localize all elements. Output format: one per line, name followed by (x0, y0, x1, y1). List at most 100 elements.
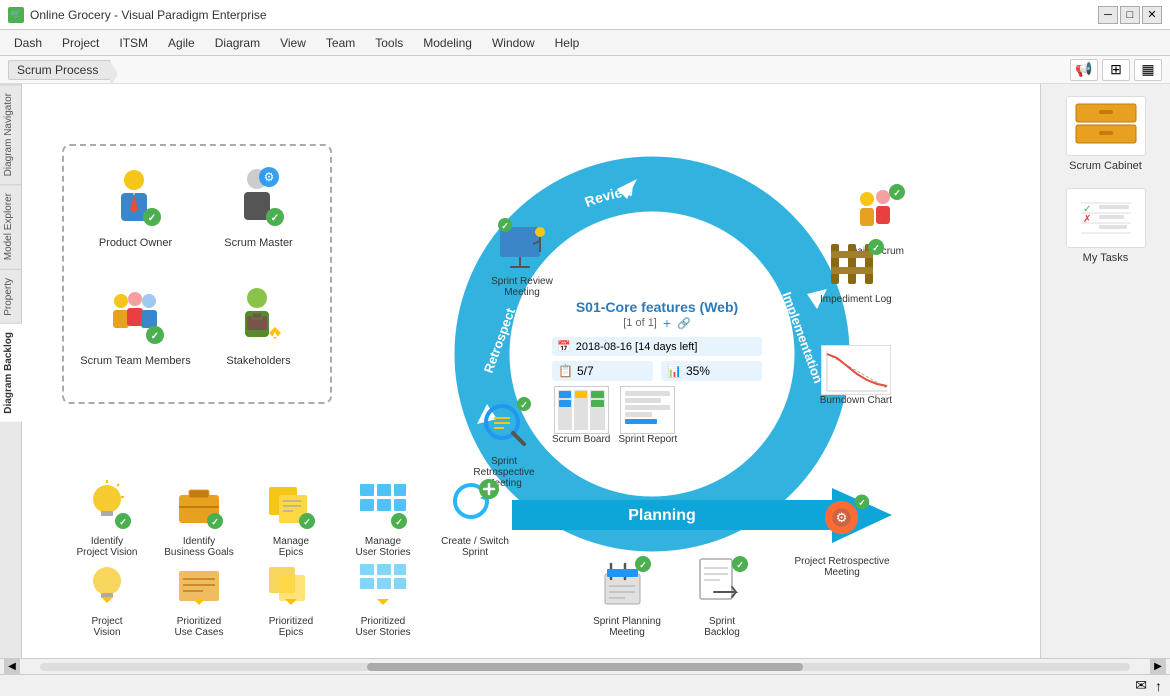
scrum-team-icon: ✓ (100, 279, 172, 351)
create-switch-sprint[interactable]: Create / SwitchSprint (435, 477, 515, 558)
scrum-diagram: ✓ Product Owner ⚙ (22, 84, 1040, 658)
scroll-track[interactable] (40, 663, 1130, 671)
bottom-scroll: ◀ ▶ (0, 658, 1170, 674)
menu-window[interactable]: Window (482, 33, 545, 53)
role-scrum-master[interactable]: ⚙ ✓ Scrum Master (202, 161, 315, 269)
role-stakeholders[interactable]: ▲ Stakeholders (202, 279, 315, 387)
scrum-board-icon (554, 386, 609, 434)
scroll-right-btn[interactable]: ▶ (1150, 659, 1166, 675)
svg-text:✓: ✓ (639, 560, 647, 570)
prioritized-epics-icon (263, 557, 319, 613)
svg-text:✓: ✓ (893, 188, 901, 198)
prioritized-epics[interactable]: PrioritizedEpics (251, 557, 331, 638)
grid-icon: ⊞ (1110, 61, 1122, 78)
calendar-icon: 📅 (557, 340, 571, 353)
svg-text:✓: ✓ (520, 400, 528, 410)
stakeholders-label: Stakeholders (226, 355, 290, 367)
scrum-board-label: Scrum Board (552, 434, 610, 445)
impediment-log-item[interactable]: ✓ Impediment Log (820, 239, 892, 305)
role-product-owner[interactable]: ✓ Product Owner (79, 161, 192, 269)
menu-itsm[interactable]: ITSM (109, 33, 158, 53)
sprint-report-item[interactable]: Sprint Report (618, 386, 677, 445)
upload-status-icon[interactable]: ↑ (1155, 678, 1162, 694)
right-items: ✓ Impediment Log (820, 239, 892, 406)
sidebar-tab-model-explorer[interactable]: Model Explorer (0, 184, 22, 268)
sprint-backlog-item[interactable]: ✓ SprintBacklog (682, 554, 762, 638)
add-icon[interactable]: + (663, 315, 671, 331)
svg-text:✓: ✓ (211, 517, 219, 527)
sprint-retro-icon: ✓ (474, 394, 534, 454)
use-cases-icon (171, 557, 227, 613)
app-icon: 🛒 (8, 7, 24, 23)
maximize-button[interactable]: □ (1120, 6, 1140, 24)
panel-scrum-cabinet[interactable]: Scrum Cabinet (1051, 92, 1161, 176)
breadcrumb[interactable]: Scrum Process (8, 60, 111, 80)
canvas-area[interactable]: ✓ Product Owner ⚙ (22, 84, 1040, 658)
project-vision-item[interactable]: ProjectVision (67, 557, 147, 638)
stories-icon: 📋 (558, 364, 573, 378)
burndown-chart-item[interactable]: Burndown Chart (820, 345, 892, 406)
sidebar-tab-diagram-backlog[interactable]: Diagram Backlog (0, 323, 22, 422)
sprint-retro-meeting[interactable]: ✓ Sprint RetrospectiveMeeting (459, 394, 549, 489)
menu-tools[interactable]: Tools (365, 33, 413, 53)
svg-text:▲: ▲ (270, 329, 279, 339)
manage-epics-icon: ✓ (263, 477, 319, 533)
backlog-row-1: ✓ IdentifyProject Vision (67, 477, 515, 558)
close-button[interactable]: ✕ (1142, 6, 1162, 24)
sprint-review-icon: ✓ (492, 214, 552, 274)
backlog-row-2: ProjectVision Prioritize (67, 557, 423, 638)
grid-toolbar-btn[interactable]: ⊞ (1102, 59, 1130, 81)
svg-text:✓: ✓ (151, 331, 159, 342)
sprint-icon[interactable]: 🔗 (677, 317, 691, 330)
email-status-icon[interactable]: ✉ (1135, 677, 1147, 694)
svg-text:✗: ✗ (1083, 214, 1091, 225)
menu-bar: Dash Project ITSM Agile Diagram View Tea… (0, 30, 1170, 56)
menu-modeling[interactable]: Modeling (413, 33, 482, 53)
sprint-review-meeting[interactable]: ✓ Sprint ReviewMeeting (477, 214, 567, 298)
my-tasks-label: My Tasks (1083, 252, 1129, 264)
scroll-left-btn[interactable]: ◀ (4, 659, 20, 675)
user-stories-icon: ✓ (355, 477, 411, 533)
progress-icon: 📊 (667, 364, 682, 378)
svg-text:✓: ✓ (395, 517, 403, 527)
menu-diagram[interactable]: Diagram (205, 33, 270, 53)
sprint-review-label: Sprint ReviewMeeting (491, 276, 553, 298)
minimize-button[interactable]: ─ (1098, 6, 1118, 24)
menu-team[interactable]: Team (316, 33, 365, 53)
identify-business-goals[interactable]: ✓ IdentifyBusiness Goals (159, 477, 239, 558)
manage-epics[interactable]: ✓ ManageEpics (251, 477, 331, 558)
prioritized-user-stories[interactable]: PrioritizedUser Stories (343, 557, 423, 638)
svg-text:✓: ✓ (147, 213, 155, 224)
sprint-progress: 35% (686, 364, 710, 378)
manage-user-stories[interactable]: ✓ ManageUser Stories (343, 477, 423, 558)
megaphone-toolbar-btn[interactable]: 📢 (1070, 59, 1098, 81)
menu-dash[interactable]: Dash (4, 33, 52, 53)
sidebar-tab-diagram-navigator[interactable]: Diagram Navigator (0, 84, 22, 184)
menu-help[interactable]: Help (545, 33, 590, 53)
sprint-count: [1 of 1] (623, 317, 657, 329)
panel-my-tasks[interactable]: ✓ ✗ My Tasks (1051, 184, 1161, 268)
product-owner-icon: ✓ (100, 161, 172, 233)
sprint-backlog-icon: ✓ (692, 554, 752, 614)
sidebar-tab-property[interactable]: Property (0, 269, 22, 324)
panel-toolbar-btn[interactable]: ▦ (1134, 59, 1162, 81)
roles-box: ✓ Product Owner ⚙ (62, 144, 332, 404)
menu-agile[interactable]: Agile (158, 33, 205, 53)
prioritized-use-cases[interactable]: PrioritizedUse Cases (159, 557, 239, 638)
daily-scrum-icon: ✓ (847, 184, 907, 244)
role-scrum-team[interactable]: ✓ Scrum Team Members (79, 279, 192, 387)
breadcrumb-bar: Scrum Process 📢 ⊞ ▦ (0, 56, 1170, 84)
scrum-cabinet-label: Scrum Cabinet (1069, 160, 1142, 172)
scrum-master-icon: ⚙ ✓ (223, 161, 295, 233)
menu-view[interactable]: View (270, 33, 316, 53)
menu-project[interactable]: Project (52, 33, 109, 53)
project-retro-meeting[interactable]: ⚙ ✓ Project RetrospectiveMeeting (792, 494, 892, 578)
identify-project-vision[interactable]: ✓ IdentifyProject Vision (67, 477, 147, 558)
create-sprint-icon (447, 477, 503, 533)
use-cases-label: PrioritizedUse Cases (175, 616, 224, 638)
sprint-planning-label: Sprint PlanningMeeting (593, 616, 661, 638)
project-vision-icon (79, 557, 135, 613)
scrum-board-item[interactable]: Scrum Board (552, 386, 610, 445)
impediment-log-icon: ✓ (826, 239, 886, 294)
sprint-planning-meeting[interactable]: ✓ Sprint PlanningMeeting (582, 554, 672, 638)
